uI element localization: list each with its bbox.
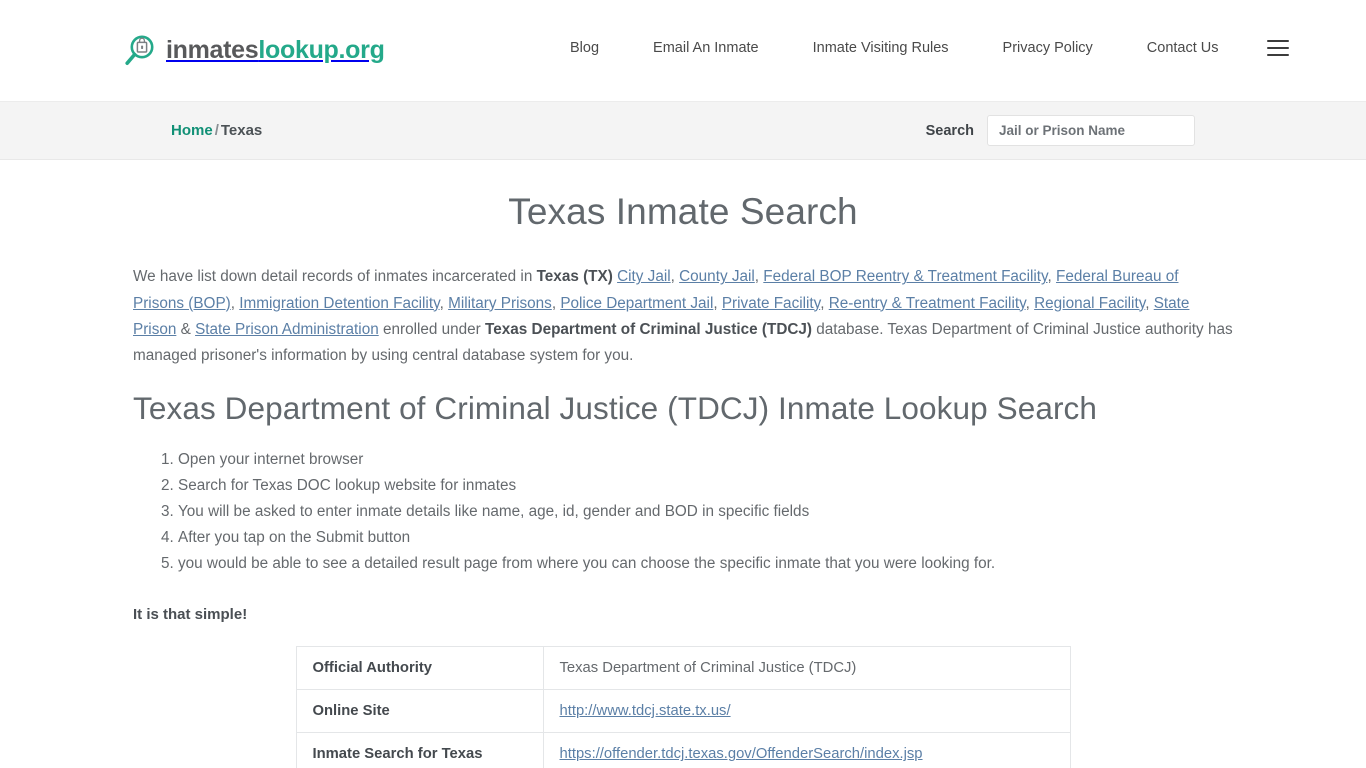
breadcrumb-home-link[interactable]: Home [171,122,213,139]
hamburger-bar [1266,40,1289,42]
table-row: Online Site http://www.tdcj.state.tx.us/ [295,689,1071,734]
logo-text-dark: inmates [166,36,259,64]
inmate-search-link[interactable]: https://offender.tdcj.texas.gov/Offender… [560,746,923,762]
main-content: Texas Inmate Search We have list down de… [0,190,1366,768]
site-logo[interactable]: inmateslookup.org [123,34,385,68]
list-item: you would be able to see a detailed resu… [178,551,1233,577]
hamburger-menu-icon[interactable] [1266,40,1289,56]
table-cell-value: http://www.tdcj.state.tx.us/ [542,689,1071,734]
intro-authority-bold: Texas Department of Criminal Justice (TD… [485,320,813,338]
link-re-entry-treatment-facility[interactable]: Re-entry & Treatment Facility [829,295,1026,312]
hamburger-bar [1266,47,1289,49]
intro-lead: We have list down detail records of inma… [133,268,537,286]
logo-text-green: lookup.org [258,36,385,64]
link-private-facility[interactable]: Private Facility [722,295,820,312]
nav-item-email-an-inmate[interactable]: Email An Inmate [626,40,786,56]
info-table-wrapper: Official Authority Texas Department of C… [133,646,1233,768]
table-cell-key: Online Site [295,689,544,734]
link-federal-bop-reentry-treatment-facility[interactable]: Federal BOP Reentry & Treatment Facility [763,268,1047,285]
hamburger-bar [1266,54,1289,56]
nav-item-inmate-visiting-rules[interactable]: Inmate Visiting Rules [786,40,976,56]
list-item: You will be asked to enter inmate detail… [178,499,1233,525]
breadcrumb-current: Texas [220,122,263,139]
list-item: Search for Texas DOC lookup website for … [178,473,1233,499]
link-state-prison-administration[interactable]: State Prison Administration [195,321,379,338]
table-row: Official Authority Texas Department of C… [295,646,1071,691]
table-cell-key: Inmate Search for Texas [295,732,544,768]
list-item: After you tap on the Submit button [178,525,1233,551]
link-regional-facility[interactable]: Regional Facility [1034,295,1145,312]
table-row: Inmate Search for Texas https://offender… [295,732,1071,768]
main-navigation: Blog Email An Inmate Inmate Visiting Rul… [570,40,1289,56]
table-cell-value: Texas Department of Criminal Justice (TD… [542,646,1071,691]
magnifier-lock-icon [123,34,157,68]
intro-paragraph: We have list down detail records of inma… [133,268,1233,364]
online-site-link[interactable]: http://www.tdcj.state.tx.us/ [560,703,731,719]
nav-item-privacy-policy[interactable]: Privacy Policy [976,40,1120,56]
link-immigration-detention-facility[interactable]: Immigration Detention Facility [239,295,439,312]
steps-list: Open your internet browser Search for Te… [133,447,1233,577]
link-county-jail[interactable]: County Jail [679,268,755,285]
intro-state-bold: Texas (TX) [536,268,613,286]
link-police-department-jail[interactable]: Police Department Jail [560,295,713,312]
link-military-prisons[interactable]: Military Prisons [448,295,552,312]
simple-note: It is that simple! [133,606,248,624]
info-table: Official Authority Texas Department of C… [295,646,1071,768]
breadcrumb: Home / Texas [171,122,262,139]
link-city-jail[interactable]: City Jail [617,268,671,285]
list-item: Open your internet browser [178,447,1233,473]
search-label: Search [925,122,974,139]
breadcrumb-bar: Home / Texas Search [0,101,1366,160]
nav-item-contact-us[interactable]: Contact Us [1120,40,1246,56]
intro-mid: enrolled under [378,320,486,338]
table-cell-value: https://offender.tdcj.texas.gov/Offender… [542,732,1071,768]
search-group: Search [926,115,1195,146]
table-cell-key: Official Authority [295,646,544,691]
section-title: Texas Department of Criminal Justice (TD… [133,390,1098,427]
site-header: inmateslookup.org Blog Email An Inmate I… [0,0,1366,101]
page-title: Texas Inmate Search [508,191,858,232]
breadcrumb-separator: / [214,122,219,139]
search-input[interactable] [987,115,1195,146]
nav-item-blog[interactable]: Blog [570,40,626,56]
